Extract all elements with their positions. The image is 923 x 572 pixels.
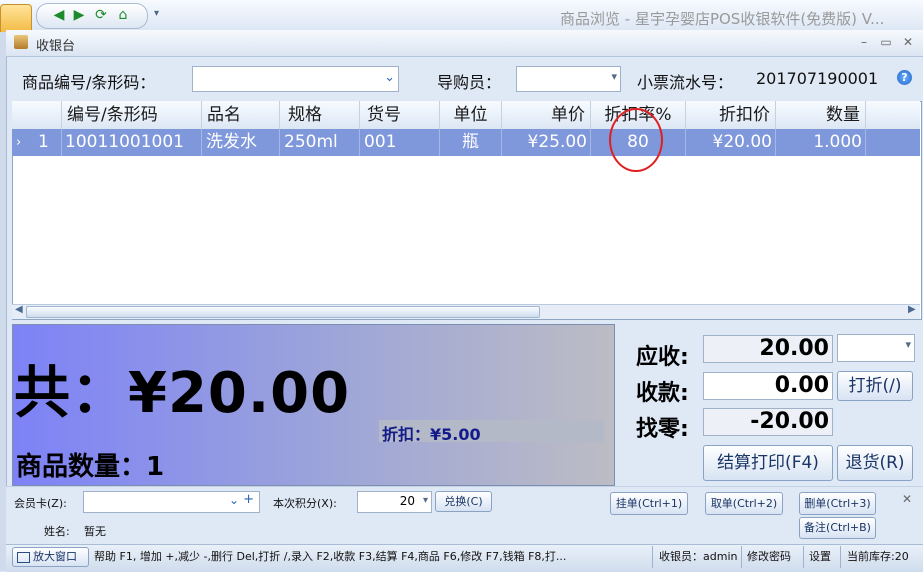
window-icon xyxy=(14,35,28,49)
chevron-down-icon[interactable]: ⌄ xyxy=(384,70,395,85)
member-name: 暂无 xyxy=(84,525,106,538)
change-field: -20.00 xyxy=(703,408,833,436)
shortcut-help-text: 帮助 F1, 增加 +,减少 -,删行 Del,打折 /,录入 F2,收款 F3… xyxy=(94,550,567,563)
current-stock: 当前库存:20 xyxy=(847,550,909,563)
ticket-number: 201707190001 xyxy=(756,69,879,88)
dropdown-arrow-icon[interactable]: ▾ xyxy=(905,338,911,351)
close-icon[interactable]: ✕ xyxy=(900,34,916,50)
status-separator xyxy=(652,546,653,568)
note-button[interactable]: 备注(Ctrl+B) xyxy=(799,517,876,539)
name-label: 姓名: xyxy=(44,525,70,538)
received-label: 收款: xyxy=(636,381,689,406)
cell-name[interactable]: 洗发水 xyxy=(202,129,280,156)
code-label: 商品编号/条形码： xyxy=(22,73,156,92)
status-separator xyxy=(840,546,841,568)
total-amount: 共：¥20.00 xyxy=(14,361,351,426)
discount-amount: 折扣：¥5.00 xyxy=(382,425,481,444)
payment-method-select[interactable]: ▾ xyxy=(837,334,915,362)
code-input[interactable]: ⌄ xyxy=(192,66,399,92)
highlight-circle xyxy=(609,108,663,172)
window-icon xyxy=(17,552,30,563)
column-header-spec[interactable]: 规格 xyxy=(280,101,360,129)
column-header-discount-price[interactable]: 折扣价 xyxy=(686,101,776,129)
toolbar-dropdown-icon[interactable]: ▾ xyxy=(154,8,159,19)
cell-item-no[interactable]: 001 xyxy=(360,129,440,156)
change-password-link[interactable]: 修改密码 xyxy=(747,548,791,564)
member-card-label: 会员卡(Z): xyxy=(14,497,67,510)
cell-discount-price[interactable]: ¥20.00 xyxy=(686,129,776,156)
maximize-icon[interactable]: ▭ xyxy=(878,34,894,50)
forward-arrow-icon[interactable]: ▶ xyxy=(71,7,87,23)
exchange-button[interactable]: 兑换(C) xyxy=(435,491,492,512)
guide-label: 导购员： xyxy=(437,73,502,92)
grid-header-corner xyxy=(12,101,62,129)
cell-unit[interactable]: 瓶 xyxy=(440,129,502,156)
back-arrow-icon[interactable]: ◀ xyxy=(51,7,67,23)
hold-order-button[interactable]: 挂单(Ctrl+1) xyxy=(610,492,688,515)
enlarge-window-button[interactable]: 放大窗口 xyxy=(12,547,89,567)
scroll-left-icon[interactable]: ◀ xyxy=(15,304,23,315)
delete-order-button[interactable]: 删单(Ctrl+3) xyxy=(799,492,876,515)
status-separator xyxy=(803,546,804,568)
row-pointer-icon: › xyxy=(16,135,22,150)
column-header-code[interactable]: 编号/条形码 xyxy=(62,101,202,129)
add-icon[interactable]: + xyxy=(243,492,254,507)
minimize-icon[interactable]: – xyxy=(856,34,872,50)
member-card-input[interactable]: ⌄ + xyxy=(83,491,260,513)
dropdown-arrow-icon[interactable]: ▾ xyxy=(423,495,428,506)
column-header-item-no[interactable]: 货号 xyxy=(360,101,440,129)
column-header-unit[interactable]: 单位 xyxy=(440,101,502,129)
window-title-bar xyxy=(6,30,923,57)
row-indicator: › 1 xyxy=(12,129,62,156)
cell-qty[interactable]: 1.000 xyxy=(776,129,866,156)
guide-select[interactable]: ▾ xyxy=(516,66,621,92)
points-label: 本次积分(X): xyxy=(273,497,337,510)
scroll-right-icon[interactable]: ▶ xyxy=(908,304,916,315)
help-icon[interactable]: ? xyxy=(897,70,912,85)
cell-code[interactable]: 10011001001 xyxy=(62,129,202,156)
cell-spec[interactable]: 250ml xyxy=(280,129,360,156)
home-icon[interactable]: ⌂ xyxy=(115,7,131,23)
column-header-name[interactable]: 品名 xyxy=(202,101,280,129)
status-separator xyxy=(741,546,742,568)
retrieve-order-button[interactable]: 取单(Ctrl+2) xyxy=(705,492,783,515)
scrollbar-thumb[interactable] xyxy=(26,306,540,318)
cashier-info: 收银员：admin xyxy=(659,550,738,563)
checkout-print-button[interactable]: 结算打印(F4) xyxy=(703,445,833,481)
receivable-field: 20.00 xyxy=(703,335,833,363)
column-header-price[interactable]: 单价 xyxy=(502,101,591,129)
received-input[interactable]: 0.00 xyxy=(703,372,833,400)
item-quantity: 商品数量：1 xyxy=(16,452,165,482)
quick-access-toolbar: ◀ ▶ ⟳ ⌂ xyxy=(36,3,148,29)
close-icon[interactable]: ✕ xyxy=(902,492,912,506)
discount-button[interactable]: 打折(/) xyxy=(837,371,913,401)
app-title: 商品浏览 - 星宇孕婴店POS收银软件(免费版) V... xyxy=(560,10,885,28)
settings-link[interactable]: 设置 xyxy=(809,548,831,564)
chevron-down-icon[interactable]: ⌄ xyxy=(229,493,239,507)
ticket-label: 小票流水号： xyxy=(637,73,734,92)
points-stepper[interactable]: 20 ▾ xyxy=(357,491,432,513)
column-header-qty[interactable]: 数量 xyxy=(776,101,866,129)
return-button[interactable]: 退货(R) xyxy=(837,445,913,481)
refresh-icon[interactable]: ⟳ xyxy=(93,7,109,23)
receivable-label: 应收: xyxy=(636,345,689,370)
dropdown-arrow-icon[interactable]: ▾ xyxy=(611,70,617,83)
cell-price[interactable]: ¥25.00 xyxy=(502,129,591,156)
window-title: 收银台 xyxy=(36,39,76,54)
change-label: 找零: xyxy=(636,417,689,442)
